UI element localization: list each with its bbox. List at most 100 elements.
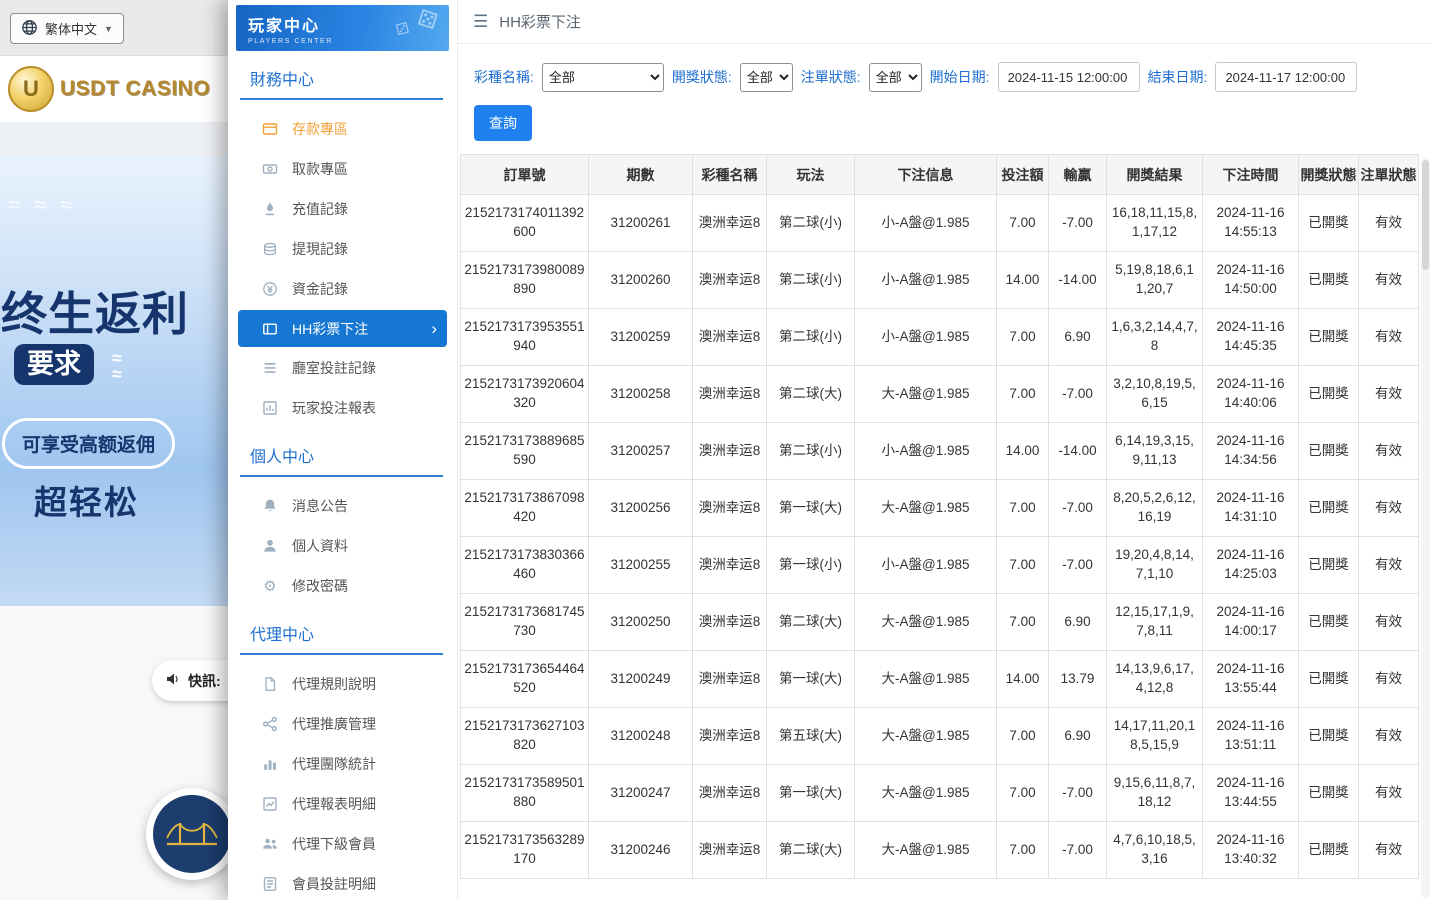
table-cell: 有效: [1359, 195, 1419, 252]
table-cell: 2152173173627103820: [461, 708, 589, 765]
table-cell: 31200248: [589, 708, 693, 765]
button-row: 查詢: [458, 92, 1431, 141]
table-cell: 2152173173563289170: [461, 822, 589, 879]
table-cell: 有效: [1359, 651, 1419, 708]
main-header: ☰ HH彩票下注: [458, 0, 1431, 44]
table-cell: 第二球(大): [767, 822, 855, 879]
promo-banner: ≈ ≈ ≈ 终生返利 要求 ≈≈ 可享受高额返佣 超轻松: [0, 156, 230, 606]
table-cell: 2152173173980089890: [461, 252, 589, 309]
announcement-icon: [260, 498, 280, 514]
sidebar-item-agent-rules[interactable]: 代理規則說明: [236, 664, 449, 704]
table-cell: 14.00: [997, 252, 1049, 309]
table-cell: 已開獎: [1299, 651, 1359, 708]
language-selector[interactable]: 繁体中文 ▼: [10, 13, 124, 44]
table-cell: 小-A盤@1.985: [855, 195, 997, 252]
sidebar-subtitle: PLAYERS CENTER: [248, 38, 437, 45]
start-date-input[interactable]: [998, 62, 1140, 92]
table-cell: 31200260: [589, 252, 693, 309]
table-cell: 7.00: [997, 309, 1049, 366]
lottery-select[interactable]: 全部: [542, 63, 664, 92]
sidebar-item-agent-report-detail[interactable]: 代理報表明細: [236, 784, 449, 824]
table-cell: 澳洲幸运8: [693, 765, 767, 822]
table-cell: 31200261: [589, 195, 693, 252]
room-bet-record-icon: [260, 360, 280, 376]
scrollbar-thumb[interactable]: [1422, 160, 1429, 270]
player-report-icon: [260, 400, 280, 416]
table-cell: 澳洲幸运8: [693, 594, 767, 651]
table-cell: 16,18,11,15,8,1,17,12: [1107, 195, 1203, 252]
sidebar-item-deposit[interactable]: 存款專區: [236, 109, 449, 149]
sidebar-item-agent-sub-members[interactable]: 代理下級會員: [236, 824, 449, 864]
sidebar-item-announcements[interactable]: 消息公告: [236, 486, 449, 526]
menu-group: 存款專區取款專區充值記錄提現記錄資金記錄HH彩票下注›廳室投註記錄玩家投注報表: [236, 109, 449, 428]
table-row: 215217317401139260031200261澳洲幸运8第二球(小)小-…: [461, 195, 1419, 252]
table-cell: 31200257: [589, 423, 693, 480]
table-cell: 澳洲幸运8: [693, 822, 767, 879]
menu-group: 代理規則說明代理推廣管理代理團隊統計代理報表明細代理下級會員會員投註明細: [236, 664, 449, 900]
table-cell: 澳洲幸运8: [693, 366, 767, 423]
column-header: 下注信息: [855, 155, 997, 195]
column-header: 開獎結果: [1107, 155, 1203, 195]
table-cell: 澳洲幸运8: [693, 309, 767, 366]
table-cell: 2024-11-16 13:55:44: [1203, 651, 1299, 708]
table-cell: 澳洲幸运8: [693, 480, 767, 537]
table-cell: 小-A盤@1.985: [855, 252, 997, 309]
sidebar-item-recharge-records[interactable]: 充值記錄: [236, 189, 449, 229]
sidebar-item-label: 玩家投注報表: [292, 398, 376, 418]
sidebar-item-agent-team-stats[interactable]: 代理團隊統計: [236, 744, 449, 784]
table-cell: -14.00: [1049, 252, 1107, 309]
vertical-scrollbar[interactable]: [1421, 158, 1430, 898]
section-heading: 代理中心: [240, 621, 443, 655]
table-cell: 已開獎: [1299, 594, 1359, 651]
floating-service-button[interactable]: [146, 788, 238, 880]
table-cell: 澳洲幸运8: [693, 708, 767, 765]
sidebar-item-change-password[interactable]: ⚙修改密碼: [236, 566, 449, 606]
table-row: 215217317356328917031200246澳洲幸运8第二球(大)大-…: [461, 822, 1419, 879]
table-cell: 5,19,8,18,6,11,20,7: [1107, 252, 1203, 309]
sidebar-item-player-bet-report[interactable]: 玩家投注報表: [236, 388, 449, 428]
search-button[interactable]: 查詢: [474, 105, 532, 141]
table-cell: 有效: [1359, 423, 1419, 480]
banner-badge: 要求: [14, 344, 94, 385]
coin-letter: U: [23, 76, 39, 102]
menu-group: 消息公告個人資料⚙修改密碼: [236, 486, 449, 606]
bet-status-select[interactable]: 全部: [869, 63, 922, 92]
sidebar-item-member-bet-detail[interactable]: 會員投註明細: [236, 864, 449, 900]
sidebar-item-funds-records[interactable]: 資金記錄: [236, 269, 449, 309]
wave-decoration: ≈≈: [112, 350, 122, 382]
end-date-input[interactable]: [1215, 62, 1357, 92]
table-cell: 2152173174011392600: [461, 195, 589, 252]
sidebar-header: 玩家中心 PLAYERS CENTER ⚄ ⚂: [236, 5, 449, 51]
table-cell: 小-A盤@1.985: [855, 537, 997, 594]
table-cell: -7.00: [1049, 195, 1107, 252]
table-cell: 第一球(大): [767, 480, 855, 537]
table-cell: 第二球(小): [767, 195, 855, 252]
column-header: 玩法: [767, 155, 855, 195]
sidebar-item-agent-promotion[interactable]: 代理推廣管理: [236, 704, 449, 744]
sidebar-item-profile[interactable]: 個人資料: [236, 526, 449, 566]
bets-table-wrap: 訂單號期數彩種名稱玩法下注信息投注額輸贏開獎結果下注時間開獎狀態注單狀態 215…: [460, 154, 1419, 900]
funds-record-icon: [260, 281, 280, 297]
sidebar-item-withdraw[interactable]: 取款專區: [236, 149, 449, 189]
table-cell: 第二球(大): [767, 594, 855, 651]
table-cell: 12,15,17,1,9,7,8,11: [1107, 594, 1203, 651]
bet-status-label: 注單狀態:: [801, 67, 861, 87]
table-cell: 7.00: [997, 594, 1049, 651]
column-header: 訂單號: [461, 155, 589, 195]
table-cell: 2024-11-16 14:31:10: [1203, 480, 1299, 537]
table-cell: 2024-11-16 14:25:03: [1203, 537, 1299, 594]
column-header: 彩種名稱: [693, 155, 767, 195]
table-cell: 第二球(小): [767, 423, 855, 480]
password-icon: ⚙: [260, 577, 280, 595]
menu-toggle-icon[interactable]: ☰: [473, 12, 488, 32]
agent-promo-icon: [260, 716, 280, 732]
table-cell: 31200249: [589, 651, 693, 708]
sidebar-item-room-bet-records[interactable]: 廳室投註記錄: [236, 348, 449, 388]
table-cell: 7.00: [997, 537, 1049, 594]
sidebar-item-withdraw-records[interactable]: 提現記錄: [236, 229, 449, 269]
draw-status-select[interactable]: 全部: [740, 63, 793, 92]
table-cell: 已開獎: [1299, 822, 1359, 879]
sidebar-item-label: 存款專區: [292, 119, 348, 139]
sidebar-item-hh-lottery-bets[interactable]: HH彩票下注›: [238, 310, 447, 347]
withdraw-record-icon: [260, 241, 280, 257]
